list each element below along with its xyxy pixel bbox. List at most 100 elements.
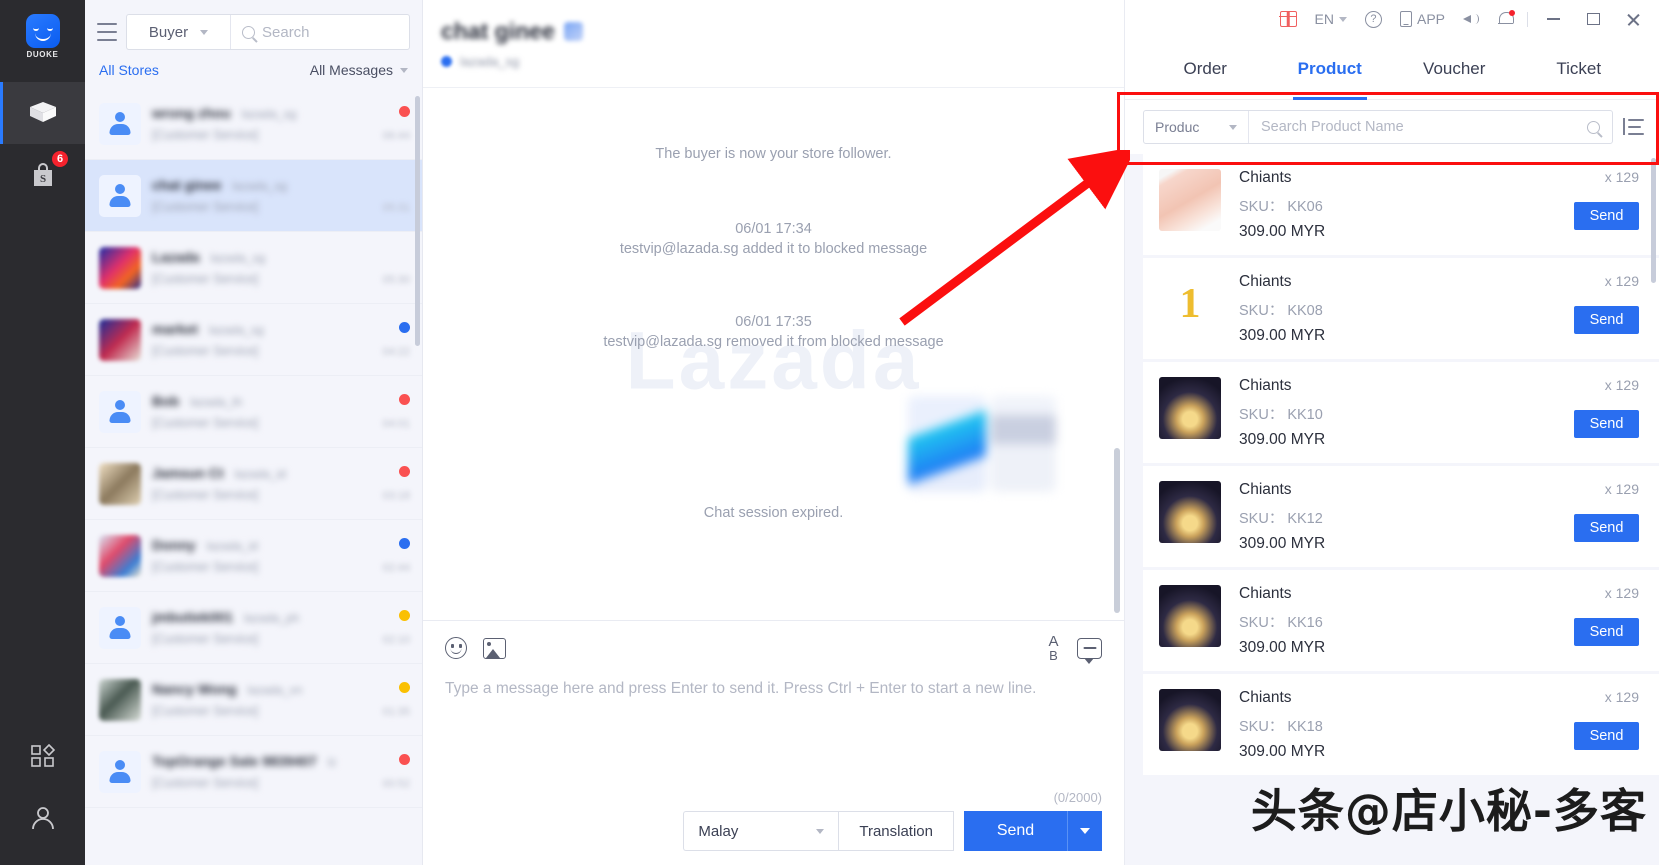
product-row[interactable]: Chiants SKU： KK12 309.00 MYR x 129 Send bbox=[1143, 466, 1659, 567]
tab-voucher[interactable]: Voucher bbox=[1392, 38, 1517, 100]
product-row[interactable]: Chiants SKU： KK18 309.00 MYR x 129 Send bbox=[1143, 674, 1659, 775]
conversation-preview: [Customer Service] bbox=[152, 704, 259, 718]
minimize-button[interactable] bbox=[1533, 0, 1573, 38]
language-select[interactable]: Malay bbox=[683, 811, 839, 851]
product-search-input[interactable]: Search Product Name bbox=[1249, 111, 1612, 143]
conversation-search-row: Buyer Search bbox=[85, 0, 422, 60]
close-button[interactable] bbox=[1613, 0, 1653, 38]
conversation-meta: 04:01 bbox=[382, 393, 410, 430]
translation-button[interactable]: Translation bbox=[838, 811, 954, 851]
conversation-meta: 00:52 bbox=[382, 753, 410, 790]
all-messages-label: All Messages bbox=[309, 62, 393, 78]
send-product-button[interactable]: Send bbox=[1574, 722, 1639, 750]
search-icon bbox=[1587, 120, 1600, 134]
conversation-meta: 02:10 bbox=[382, 609, 410, 646]
conversation-meta: 01:35 bbox=[382, 681, 410, 718]
send-product-button[interactable]: Send bbox=[1574, 618, 1639, 646]
svg-text:S: S bbox=[39, 173, 45, 185]
sidebar-item-packages[interactable] bbox=[0, 82, 85, 144]
product-type-select[interactable]: Produc bbox=[1144, 111, 1249, 143]
product-row[interactable]: Chiants SKU： KK06 309.00 MYR x 129 Send bbox=[1143, 154, 1659, 255]
conversation-item[interactable]: Donny lazada_id [Customer Service] 02:44 bbox=[85, 520, 422, 592]
conversation-time: 04:01 bbox=[382, 417, 410, 430]
app-download-button[interactable]: APP bbox=[1391, 0, 1454, 38]
status-dot-blue bbox=[399, 537, 410, 549]
send-options-button[interactable] bbox=[1067, 811, 1102, 851]
product-thumbnail bbox=[1159, 169, 1221, 231]
buyer-filter-select[interactable]: Buyer bbox=[127, 15, 231, 49]
sidebar-item-shopee-store[interactable]: S 6 bbox=[0, 144, 85, 206]
quick-reply-button[interactable] bbox=[1077, 637, 1102, 664]
conversation-search-input[interactable]: Search bbox=[231, 15, 409, 49]
left-nav-rail: DUOKE S 6 bbox=[0, 0, 85, 865]
sort-icon[interactable] bbox=[1623, 117, 1645, 137]
conversation-item[interactable]: chat ginee lazada_sg [Customer Service] 05:… bbox=[85, 160, 422, 232]
send-message-button[interactable]: Send bbox=[964, 811, 1067, 851]
chat-title: chat ginee bbox=[441, 18, 555, 44]
conversation-preview: [Customer Service] bbox=[152, 560, 259, 574]
maximize-button[interactable] bbox=[1573, 0, 1613, 38]
product-price: 309.00 MYR bbox=[1239, 327, 1326, 344]
tab-order[interactable]: Order bbox=[1143, 38, 1268, 100]
product-name: Chiants bbox=[1239, 169, 1292, 186]
filter-lines-icon[interactable] bbox=[97, 23, 117, 41]
product-actions: x 129 Send bbox=[1543, 377, 1639, 463]
conversation-item[interactable]: Jamsun Ct lazada_id [Customer Service] 03:1… bbox=[85, 448, 422, 520]
conversation-name: Lazada bbox=[152, 249, 200, 265]
message-text: testvip@lazada.sg removed it from blocke… bbox=[603, 334, 944, 351]
conversation-scrollbar[interactable] bbox=[415, 96, 420, 346]
conversation-preview: [Customer Service] bbox=[152, 344, 259, 358]
tab-ticket[interactable]: Ticket bbox=[1517, 38, 1642, 100]
all-stores-filter[interactable]: All Stores bbox=[99, 62, 159, 78]
conversation-item[interactable]: Nancy Wong lazada_vn [Customer Service] 01:… bbox=[85, 664, 422, 736]
product-row[interactable]: Chiants SKU： KK16 309.00 MYR x 129 Send bbox=[1143, 570, 1659, 671]
send-product-button[interactable]: Send bbox=[1574, 202, 1639, 230]
conversation-meta: 02:44 bbox=[382, 537, 410, 574]
chat-scrollbar[interactable] bbox=[1114, 448, 1120, 613]
conversation-item[interactable]: market lazada_sg [Customer Service] 04:22 bbox=[85, 304, 422, 376]
conversation-item[interactable]: jmbutiek001 lazada_ph [Customer Service] 02… bbox=[85, 592, 422, 664]
help-icon: ? bbox=[1364, 10, 1382, 28]
chevron-down-icon bbox=[400, 67, 408, 73]
all-messages-filter[interactable]: All Messages bbox=[310, 62, 408, 78]
help-button[interactable]: ? bbox=[1356, 0, 1391, 38]
emoji-button[interactable] bbox=[445, 637, 467, 659]
image-button[interactable] bbox=[483, 637, 506, 659]
conversation-item[interactable]: Lazada lazada_sg [Customer Service] 05:30 bbox=[85, 232, 422, 304]
language-switcher[interactable]: EN bbox=[1306, 0, 1356, 38]
conversation-name: chat ginee bbox=[152, 177, 222, 193]
conversation-list[interactable]: wrong zhou lazada_sg [Customer Service] 06:… bbox=[85, 88, 422, 865]
conversation-item[interactable]: TopOrange Sale 9839407 lz [Customer Servic… bbox=[85, 736, 422, 808]
image-message-bubble[interactable] bbox=[908, 396, 1056, 492]
conversation-item[interactable]: Bob lazada_th [Customer Service] 04:01 bbox=[85, 376, 422, 448]
conversation-name: wrong zhou bbox=[152, 105, 231, 121]
conversation-time: 00:52 bbox=[382, 777, 410, 790]
sidebar-item-apps[interactable] bbox=[0, 725, 85, 787]
chat-subtitle-row: lazada_sg bbox=[441, 54, 1124, 69]
status-dot-blue bbox=[399, 321, 410, 333]
person-icon bbox=[107, 615, 133, 641]
send-product-button[interactable]: Send bbox=[1574, 306, 1639, 334]
close-icon bbox=[1626, 12, 1641, 27]
sound-button[interactable] bbox=[1454, 0, 1489, 38]
message-input[interactable]: Type a message here and press Enter to s… bbox=[445, 663, 1102, 790]
conversation-item[interactable]: wrong zhou lazada_sg [Customer Service] 06:… bbox=[85, 88, 422, 160]
sidebar-item-account[interactable] bbox=[0, 787, 85, 849]
tab-product[interactable]: Product bbox=[1268, 38, 1393, 100]
product-row[interactable]: Chiants SKU： KK10 309.00 MYR x 129 Send bbox=[1143, 362, 1659, 463]
translate-button[interactable]: AB bbox=[1048, 634, 1059, 662]
app-window: DUOKE S 6 Buyer Search All Stores All Me… bbox=[0, 0, 1659, 865]
notifications-button[interactable] bbox=[1489, 0, 1522, 38]
conversation-meta: 03:18 bbox=[382, 465, 410, 502]
send-product-button[interactable]: Send bbox=[1574, 410, 1639, 438]
product-row[interactable]: 1 Chiants SKU： KK08 309.00 MYR x 129 Send bbox=[1143, 258, 1659, 359]
conversation-panel: Buyer Search All Stores All Messages wro… bbox=[85, 0, 423, 865]
product-list-scrollbar[interactable] bbox=[1651, 158, 1656, 283]
send-product-button[interactable]: Send bbox=[1574, 514, 1639, 542]
product-list[interactable]: Chiants SKU： KK06 309.00 MYR x 129 Send 1 Chia… bbox=[1125, 154, 1659, 865]
gift-button[interactable] bbox=[1271, 0, 1306, 38]
product-type-value: Produc bbox=[1155, 119, 1200, 135]
smile-arc bbox=[34, 33, 51, 41]
product-name: Chiants bbox=[1239, 377, 1292, 394]
avatar bbox=[99, 174, 141, 217]
